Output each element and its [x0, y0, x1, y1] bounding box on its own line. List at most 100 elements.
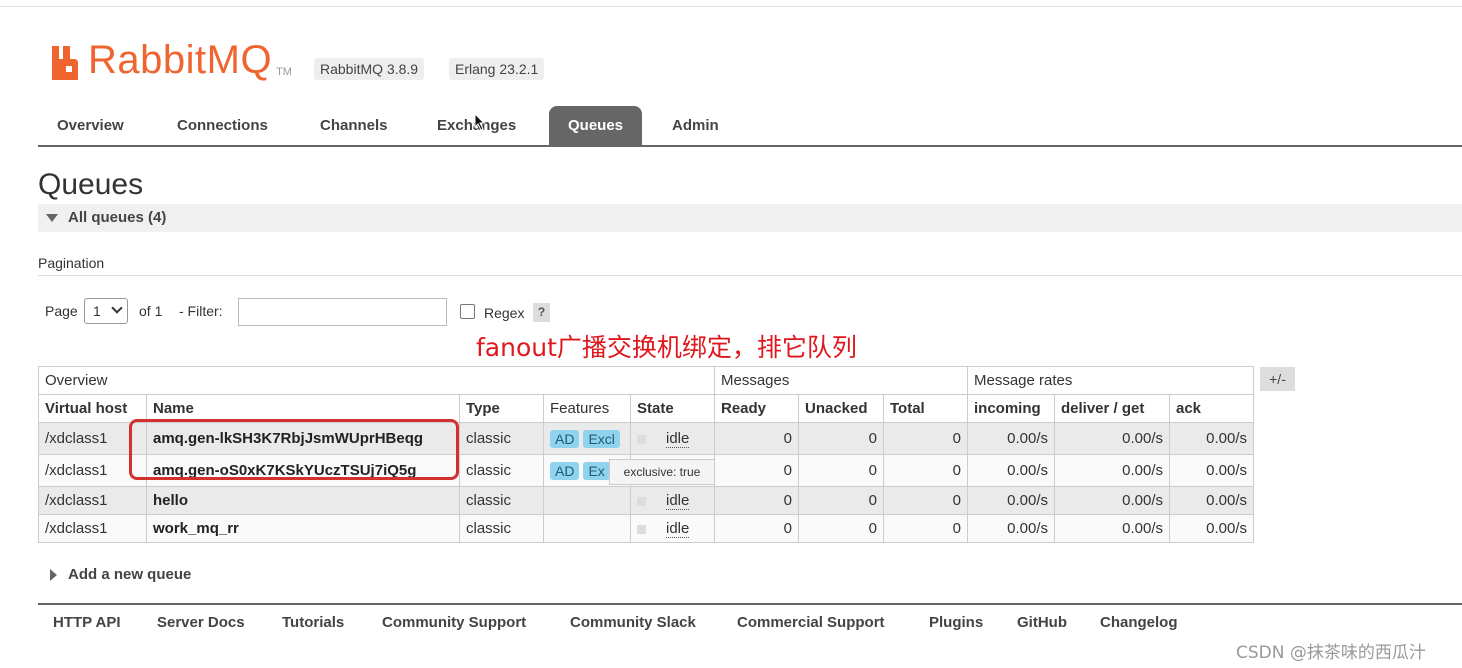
footer-link-github[interactable]: GitHub	[1017, 614, 1067, 631]
footer-link-changelog[interactable]: Changelog	[1100, 614, 1178, 631]
cell-type: classic	[459, 514, 544, 543]
annotation-highlight-box	[129, 419, 459, 480]
rabbitmq-logo[interactable]: RabbitMQ TM	[52, 40, 292, 80]
annotation-note: fanout广播交换机绑定，排它队列	[476, 333, 857, 362]
section-label: All queues (4)	[68, 209, 167, 226]
cell-total: 0	[883, 454, 968, 487]
chevron-down-icon	[111, 302, 123, 314]
page-label: Page	[45, 303, 78, 319]
feature-badge-ad: AD	[550, 429, 580, 448]
footer-link-community-support[interactable]: Community Support	[382, 614, 526, 631]
feature-tooltip: exclusive: true	[609, 459, 715, 485]
pagination-title: Pagination	[38, 255, 105, 271]
group-messages: Messages	[714, 366, 968, 395]
col-unacked[interactable]: Unacked	[798, 394, 884, 423]
cell-total: 0	[883, 422, 968, 455]
cell-ready: 0	[714, 514, 799, 543]
cell-unacked: 0	[798, 454, 884, 487]
cell-vhost: /xdclass1	[38, 486, 147, 515]
main-nav-tabs: Overview Connections Channels Exchanges …	[38, 106, 1462, 147]
footer-link-server-docs[interactable]: Server Docs	[157, 614, 245, 631]
cell-features: AD Excl	[543, 422, 631, 455]
queue-name-link[interactable]: hello	[146, 486, 460, 515]
collapse-triangle-icon	[46, 214, 58, 222]
cell-unacked: 0	[798, 422, 884, 455]
mouse-cursor-icon	[474, 113, 486, 131]
cell-deliver-get: 0.00/s	[1054, 454, 1170, 487]
page-select[interactable]: 1	[84, 298, 128, 324]
queue-name-link[interactable]: work_mq_rr	[146, 514, 460, 543]
cell-deliver-get: 0.00/s	[1054, 514, 1170, 543]
footer-link-commercial-support[interactable]: Commercial Support	[737, 614, 885, 631]
cell-total: 0	[883, 486, 968, 515]
cell-unacked: 0	[798, 514, 884, 543]
add-queue-toggle[interactable]: Add a new queue	[50, 566, 191, 583]
cell-vhost: /xdclass1	[38, 514, 147, 543]
col-virtual-host[interactable]: Virtual host	[38, 394, 147, 423]
col-ready[interactable]: Ready	[714, 394, 799, 423]
state-text: idle	[666, 430, 690, 448]
add-queue-label: Add a new queue	[68, 566, 192, 583]
cell-ready: 0	[714, 486, 799, 515]
footer-link-community-slack[interactable]: Community Slack	[570, 614, 696, 631]
cell-deliver-get: 0.00/s	[1054, 422, 1170, 455]
cell-unacked: 0	[798, 486, 884, 515]
watermark: CSDN @抹茶味的西瓜汁	[1236, 643, 1426, 663]
expand-triangle-icon	[50, 569, 57, 581]
col-features: Features	[543, 394, 631, 423]
state-indicator-icon	[637, 496, 646, 506]
footer-divider	[38, 603, 1462, 605]
trademark: TM	[276, 66, 292, 78]
page-count-label: of 1	[139, 303, 163, 319]
cell-ack: 0.00/s	[1169, 514, 1254, 543]
erlang-version-badge: Erlang 23.2.1	[449, 58, 545, 80]
tab-connections[interactable]: Connections	[177, 106, 268, 145]
regex-checkbox[interactable]	[460, 304, 475, 319]
columns-toggle-button[interactable]: +/-	[1260, 367, 1295, 391]
state-text: idle	[666, 492, 690, 510]
footer-link-plugins[interactable]: Plugins	[929, 614, 983, 631]
cell-incoming: 0.00/s	[967, 422, 1055, 455]
table-row: /xdclass1 work_mq_rr classic idle 0 0 0 …	[38, 514, 1254, 543]
rabbitmq-version-badge: RabbitMQ 3.8.9	[314, 58, 425, 80]
cell-type: classic	[459, 422, 544, 455]
filter-input[interactable]	[238, 298, 447, 326]
feature-badge-excl: Excl	[583, 429, 620, 448]
tab-queues[interactable]: Queues	[549, 106, 643, 145]
top-divider	[0, 6, 1462, 7]
cell-ready: 0	[714, 422, 799, 455]
table-row: /xdclass1 hello classic idle 0 0 0 0.00/…	[38, 486, 1254, 515]
footer-link-tutorials[interactable]: Tutorials	[282, 614, 344, 631]
cell-ready: 0	[714, 454, 799, 487]
footer-link-http-api[interactable]: HTTP API	[53, 614, 121, 631]
pagination-divider	[38, 275, 1462, 276]
rabbit-logo-icon	[52, 46, 78, 80]
col-type[interactable]: Type	[459, 394, 544, 423]
regex-label: Regex	[484, 305, 525, 321]
all-queues-section-toggle[interactable]: All queues (4)	[38, 204, 1462, 232]
col-deliver-get[interactable]: deliver / get	[1054, 394, 1170, 423]
feature-badge-excl[interactable]: Ex	[583, 461, 610, 480]
state-text: idle	[666, 520, 690, 538]
filter-label: - Filter:	[179, 303, 223, 319]
cell-ack: 0.00/s	[1169, 454, 1254, 487]
cell-ack: 0.00/s	[1169, 486, 1254, 515]
cell-incoming: 0.00/s	[967, 454, 1055, 487]
tab-admin[interactable]: Admin	[672, 106, 719, 145]
group-overview: Overview	[38, 366, 715, 395]
group-message-rates: Message rates	[967, 366, 1254, 395]
tab-channels[interactable]: Channels	[320, 106, 388, 145]
col-incoming[interactable]: incoming	[967, 394, 1055, 423]
col-ack[interactable]: ack	[1169, 394, 1254, 423]
feature-badge-ad: AD	[550, 461, 580, 480]
tab-overview[interactable]: Overview	[57, 106, 124, 145]
cell-incoming: 0.00/s	[967, 514, 1055, 543]
cell-type: classic	[459, 454, 544, 487]
col-state[interactable]: State	[630, 394, 715, 423]
cell-features	[543, 514, 631, 543]
regex-help-button[interactable]: ?	[533, 303, 550, 322]
cell-features	[543, 486, 631, 515]
cell-state: idle	[630, 422, 715, 455]
col-total[interactable]: Total	[883, 394, 968, 423]
state-indicator-icon	[637, 434, 646, 444]
